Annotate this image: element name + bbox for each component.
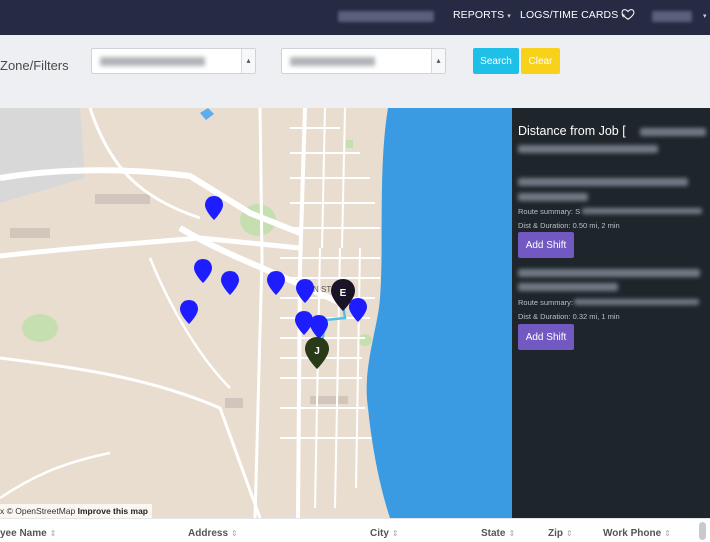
nav-logs-time-cards[interactable]: LOGS/TIME CARDS ▾ bbox=[520, 9, 625, 21]
redacted-route bbox=[582, 208, 702, 214]
redacted-address bbox=[518, 193, 588, 201]
column-label: Address bbox=[188, 528, 229, 539]
column-state[interactable]: State ⇕ bbox=[481, 528, 515, 539]
employee-table-header: yee Name ⇕ Address ⇕ City ⇕ State ⇕ Zip ⇕ Wor… bbox=[0, 518, 710, 542]
column-zip[interactable]: Zip ⇕ bbox=[548, 528, 573, 539]
caret-down-icon: ▾ bbox=[703, 13, 707, 20]
map-park bbox=[22, 314, 58, 342]
map-area-grey bbox=[0, 108, 85, 203]
column-label: yee Name bbox=[0, 528, 47, 539]
column-employee-name[interactable]: yee Name ⇕ bbox=[0, 528, 56, 539]
nav-reports[interactable]: REPORTS ▾ bbox=[453, 9, 511, 21]
location-pin-icon[interactable] bbox=[194, 259, 212, 283]
map-blurred-label bbox=[225, 398, 243, 408]
location-pin-icon[interactable] bbox=[267, 271, 285, 295]
map-road bbox=[0, 235, 301, 259]
column-address[interactable]: Address ⇕ bbox=[188, 528, 238, 539]
zone-select-value-redacted bbox=[100, 57, 205, 66]
location-pin-icon[interactable] bbox=[205, 196, 223, 220]
account-name-redacted[interactable] bbox=[338, 11, 434, 22]
top-navbar: REPORTS ▾ LOGS/TIME CARDS ▾ ▾ bbox=[0, 0, 710, 35]
osm-attribution-text[interactable]: x © OpenStreetMap bbox=[0, 506, 75, 516]
location-pin-icon[interactable] bbox=[221, 271, 239, 295]
route-summary-1: Route summary: S bbox=[518, 207, 580, 216]
map-road bbox=[0, 451, 111, 500]
panel-title-text: Distance from Job [ bbox=[518, 124, 626, 138]
zone-select[interactable]: ▴ bbox=[91, 48, 256, 74]
route-summary-2-label: Route summary: bbox=[518, 298, 574, 307]
vertical-scrollbar[interactable] bbox=[699, 522, 706, 540]
map-water-small bbox=[200, 108, 214, 120]
map[interactable]: N ST E J bbox=[0, 108, 512, 518]
redacted-address bbox=[518, 178, 688, 186]
map-park bbox=[346, 140, 353, 148]
redacted-text bbox=[640, 128, 706, 136]
sort-icon: ⇕ bbox=[508, 529, 516, 538]
map-blurred-label bbox=[10, 228, 50, 238]
search-button[interactable]: Search bbox=[473, 48, 519, 74]
sort-icon: ⇕ bbox=[231, 529, 238, 538]
nav-reports-label: REPORTS bbox=[453, 9, 505, 21]
column-city[interactable]: City ⇕ bbox=[370, 528, 399, 539]
column-label: City bbox=[370, 528, 389, 539]
column-work-phone[interactable]: Work Phone ⇕ bbox=[603, 528, 671, 539]
sort-icon: ⇕ bbox=[566, 529, 573, 538]
map-water-bay bbox=[366, 108, 512, 518]
location-pin-icon[interactable] bbox=[310, 315, 328, 339]
dist-duration-2: Dist & Duration: 0.32 mi, 1 min bbox=[518, 312, 620, 321]
route-summary-2: Route summary: bbox=[518, 298, 573, 307]
map-road bbox=[148, 257, 231, 389]
panel-title: Distance from Job [ bbox=[518, 124, 626, 138]
map-canvas: N ST E J bbox=[0, 108, 512, 518]
map-attribution: x © OpenStreetMap Improve this map bbox=[0, 504, 153, 518]
heart-icon[interactable] bbox=[621, 7, 635, 21]
redacted-route bbox=[574, 299, 699, 305]
map-road bbox=[0, 356, 262, 518]
zone-filters-label: Zone/Filters bbox=[0, 58, 69, 73]
clear-button[interactable]: Clear bbox=[521, 48, 560, 74]
filter-select[interactable]: ▴ bbox=[281, 48, 446, 74]
caret-down-icon: ▾ bbox=[507, 13, 511, 20]
map-blurred-label bbox=[310, 396, 348, 404]
job-marker-letter: J bbox=[314, 346, 320, 357]
sort-icon: ⇕ bbox=[391, 529, 399, 538]
sort-icon: ⇕ bbox=[664, 529, 671, 538]
location-pin-icon[interactable] bbox=[180, 300, 198, 324]
column-label: Work Phone bbox=[603, 528, 662, 539]
select-arrow-icon: ▴ bbox=[431, 49, 445, 73]
dist-duration-1: Dist & Duration: 0.50 mi, 2 min bbox=[518, 221, 620, 230]
end-marker-letter: E bbox=[340, 288, 347, 299]
add-shift-button[interactable]: Add Shift bbox=[518, 324, 574, 350]
map-street-label: N ST bbox=[313, 285, 331, 294]
add-shift-button[interactable]: Add Shift bbox=[518, 232, 574, 258]
route-summary-1-label: Route summary: S bbox=[518, 207, 581, 216]
user-menu-redacted[interactable] bbox=[652, 11, 692, 22]
map-road bbox=[253, 108, 264, 518]
redacted-text bbox=[518, 145, 658, 153]
column-label: State bbox=[481, 528, 506, 539]
nav-logs-label: LOGS/TIME CARDS bbox=[520, 9, 619, 21]
map-park bbox=[358, 334, 372, 346]
sort-icon: ⇕ bbox=[49, 529, 57, 538]
select-arrow-icon: ▴ bbox=[241, 49, 255, 73]
map-blurred-label bbox=[95, 194, 150, 204]
redacted-address bbox=[518, 269, 700, 277]
distance-panel: Distance from Job [ Route summary: S Dis… bbox=[512, 108, 710, 518]
filter-select-value-redacted bbox=[290, 57, 375, 66]
column-label: Zip bbox=[548, 528, 563, 539]
user-menu-caret[interactable]: ▾ bbox=[700, 9, 707, 21]
redacted-address bbox=[518, 283, 618, 291]
improve-map-link[interactable]: Improve this map bbox=[78, 506, 148, 516]
